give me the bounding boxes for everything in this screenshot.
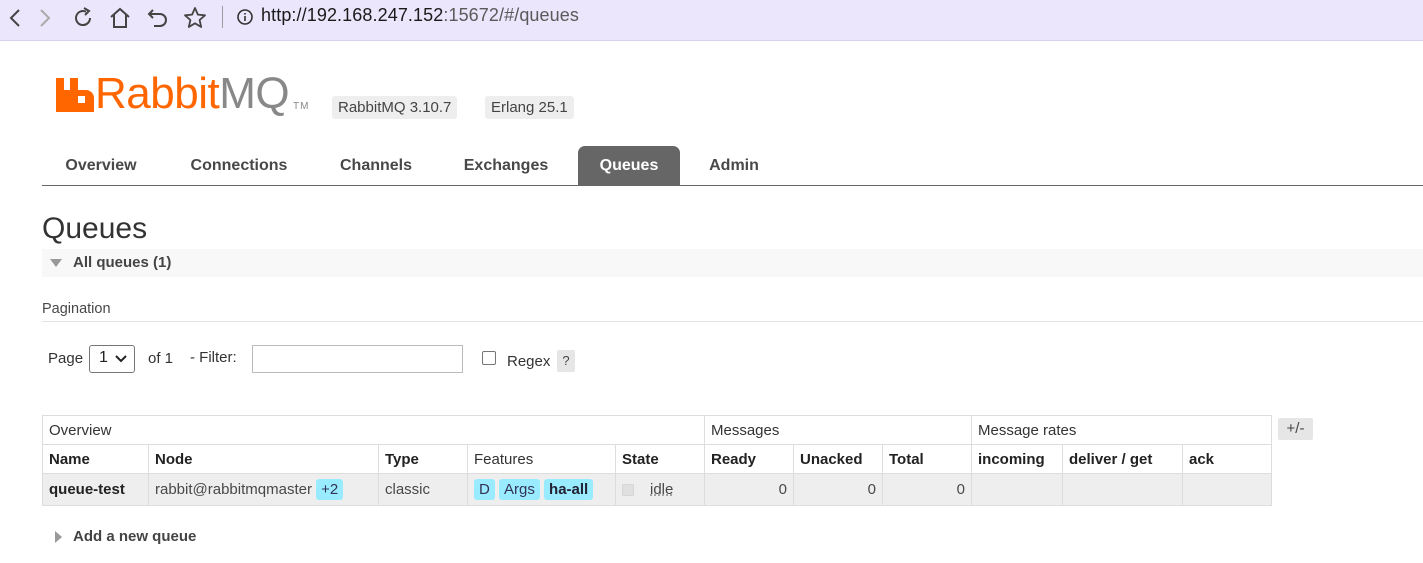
feature-durable-badge: D	[474, 479, 495, 500]
col-header-unacked[interactable]: Unacked	[793, 444, 883, 474]
filter-label: - Filter:	[190, 349, 237, 366]
queue-type: classic	[385, 481, 431, 498]
group-header-message-rates: Message rates	[971, 415, 1272, 445]
regex-label: Regex	[507, 353, 551, 370]
forward-icon[interactable]	[30, 4, 60, 32]
cell-total: 0	[882, 473, 972, 506]
expand-triangle-icon	[55, 531, 62, 543]
table-row: queue-test rabbit@rabbitmqmaster +2 clas…	[42, 473, 1272, 506]
chevron-down-icon	[115, 355, 127, 363]
regex-help-button[interactable]: ?	[557, 350, 575, 372]
col-header-deliver-get[interactable]: deliver / get	[1062, 444, 1183, 474]
toolbar-separator	[222, 6, 223, 28]
cell-node: rabbit@rabbitmqmaster +2	[148, 473, 379, 506]
cell-ready: 0	[704, 473, 794, 506]
wordmark-rabbit: Rabbit	[95, 69, 220, 118]
col-header-state[interactable]: State	[615, 444, 705, 474]
feature-policy-badge[interactable]: ha-all	[544, 479, 594, 500]
col-header-ack[interactable]: ack	[1182, 444, 1272, 474]
cell-unacked: 0	[793, 473, 883, 506]
cell-features: D Args ha-all	[467, 473, 616, 506]
cell-name[interactable]: queue-test	[42, 473, 149, 506]
queue-name-link[interactable]: queue-test	[49, 481, 125, 498]
columns-toggle-button[interactable]: +/-	[1278, 418, 1313, 440]
tab-exchanges[interactable]: Exchanges	[444, 146, 568, 185]
state-text: idle	[650, 481, 674, 498]
page-title: Queues	[42, 212, 148, 245]
cell-type: classic	[378, 473, 468, 506]
col-header-total[interactable]: Total	[882, 444, 972, 474]
col-header-features: Features	[467, 444, 616, 474]
erlang-badge: Erlang 25.1	[485, 96, 574, 119]
undo-icon[interactable]	[143, 4, 173, 32]
col-header-type[interactable]: Type	[378, 444, 468, 474]
node-mirrors-badge: +2	[316, 479, 344, 500]
regex-checkbox[interactable]	[482, 351, 496, 365]
cell-state: idle	[615, 473, 705, 506]
queues-table: Overview Messages Message rates Name Nod…	[42, 415, 1272, 506]
group-header-overview: Overview	[42, 415, 705, 445]
wordmark-mq: MQ	[219, 69, 290, 118]
page-select-value: 1	[99, 349, 108, 366]
tab-admin[interactable]: Admin	[690, 146, 778, 185]
node-name: rabbit@rabbitmqmaster	[155, 481, 312, 498]
collapse-triangle-icon	[50, 259, 62, 267]
page-count-label: of 1	[148, 350, 174, 367]
home-icon[interactable]	[105, 4, 135, 32]
reload-icon[interactable]	[68, 4, 98, 32]
bookmark-star-icon[interactable]	[180, 4, 210, 32]
rabbitmq-logo-icon[interactable]	[56, 75, 94, 115]
url-host: http://192.168.247.152	[261, 5, 444, 25]
all-queues-label: All queues (1)	[73, 254, 172, 271]
all-queues-section-toggle[interactable]: All queues (1)	[42, 249, 1423, 277]
add-queue-section-toggle[interactable]: Add a new queue	[42, 524, 542, 550]
address-bar[interactable]: http://192.168.247.152:15672/#/queues	[261, 5, 579, 26]
rabbitmq-wordmark: RabbitMQ	[95, 69, 290, 118]
version-badge: RabbitMQ 3.10.7	[332, 96, 458, 119]
url-path: :15672/#/queues	[443, 5, 579, 25]
pagination-divider	[42, 321, 1423, 322]
cell-deliver-get	[1062, 473, 1183, 506]
cell-ack	[1182, 473, 1272, 506]
tab-channels[interactable]: Channels	[317, 146, 435, 185]
trademark: TM	[293, 101, 310, 112]
feature-args-badge: Args	[499, 479, 540, 500]
group-header-messages: Messages	[704, 415, 972, 445]
cell-incoming	[971, 473, 1063, 506]
filter-input[interactable]	[252, 345, 463, 373]
tab-connections[interactable]: Connections	[170, 146, 308, 185]
pagination-heading: Pagination	[42, 301, 111, 317]
col-header-name[interactable]: Name	[42, 444, 149, 474]
col-header-incoming[interactable]: incoming	[971, 444, 1063, 474]
add-queue-label: Add a new queue	[73, 528, 197, 545]
page-select[interactable]: 1	[89, 345, 135, 373]
page-label: Page	[48, 350, 84, 367]
back-icon[interactable]	[0, 4, 30, 32]
col-header-ready[interactable]: Ready	[704, 444, 794, 474]
site-info-icon[interactable]	[236, 8, 254, 26]
state-indicator-icon	[622, 484, 634, 497]
tab-queues[interactable]: Queues	[578, 146, 680, 185]
browser-toolbar: http://192.168.247.152:15672/#/queues	[0, 0, 1423, 41]
col-header-node[interactable]: Node	[148, 444, 379, 474]
main-nav-tabs: Overview Connections Channels Exchanges …	[42, 146, 1423, 186]
tab-overview[interactable]: Overview	[42, 146, 160, 185]
